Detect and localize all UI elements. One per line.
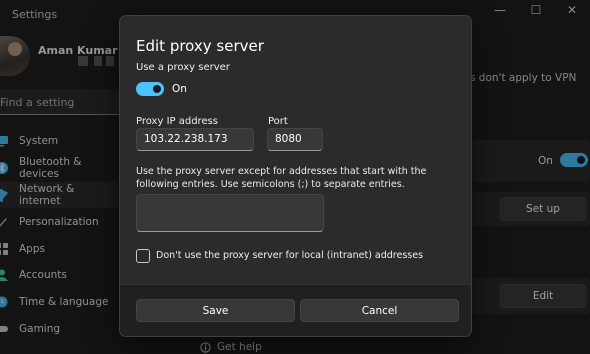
toggle-state-label: On [172,83,187,95]
ip-address-label: Proxy IP address [136,116,219,127]
dialog-title: Edit proxy server [136,37,264,55]
port-input[interactable]: 8080 [267,128,323,151]
save-button[interactable]: Save [136,299,295,322]
exceptions-input[interactable] [136,194,324,232]
use-proxy-toggle[interactable] [136,82,164,96]
exceptions-help-text: Use the proxy server except for addresse… [136,166,427,190]
use-proxy-label: Use a proxy server [136,62,230,73]
ip-address-input[interactable]: 103.22.238.173 [136,128,254,151]
toggle-knob [153,85,161,93]
local-addresses-checkbox[interactable] [136,249,150,263]
local-addresses-label: Don't use the proxy server for local (in… [156,250,424,261]
edit-proxy-dialog: Edit proxy server Use a proxy server On … [119,15,472,337]
port-label: Port [268,116,288,127]
cancel-button[interactable]: Cancel [300,299,459,322]
dialog-footer: Save Cancel [120,284,471,336]
